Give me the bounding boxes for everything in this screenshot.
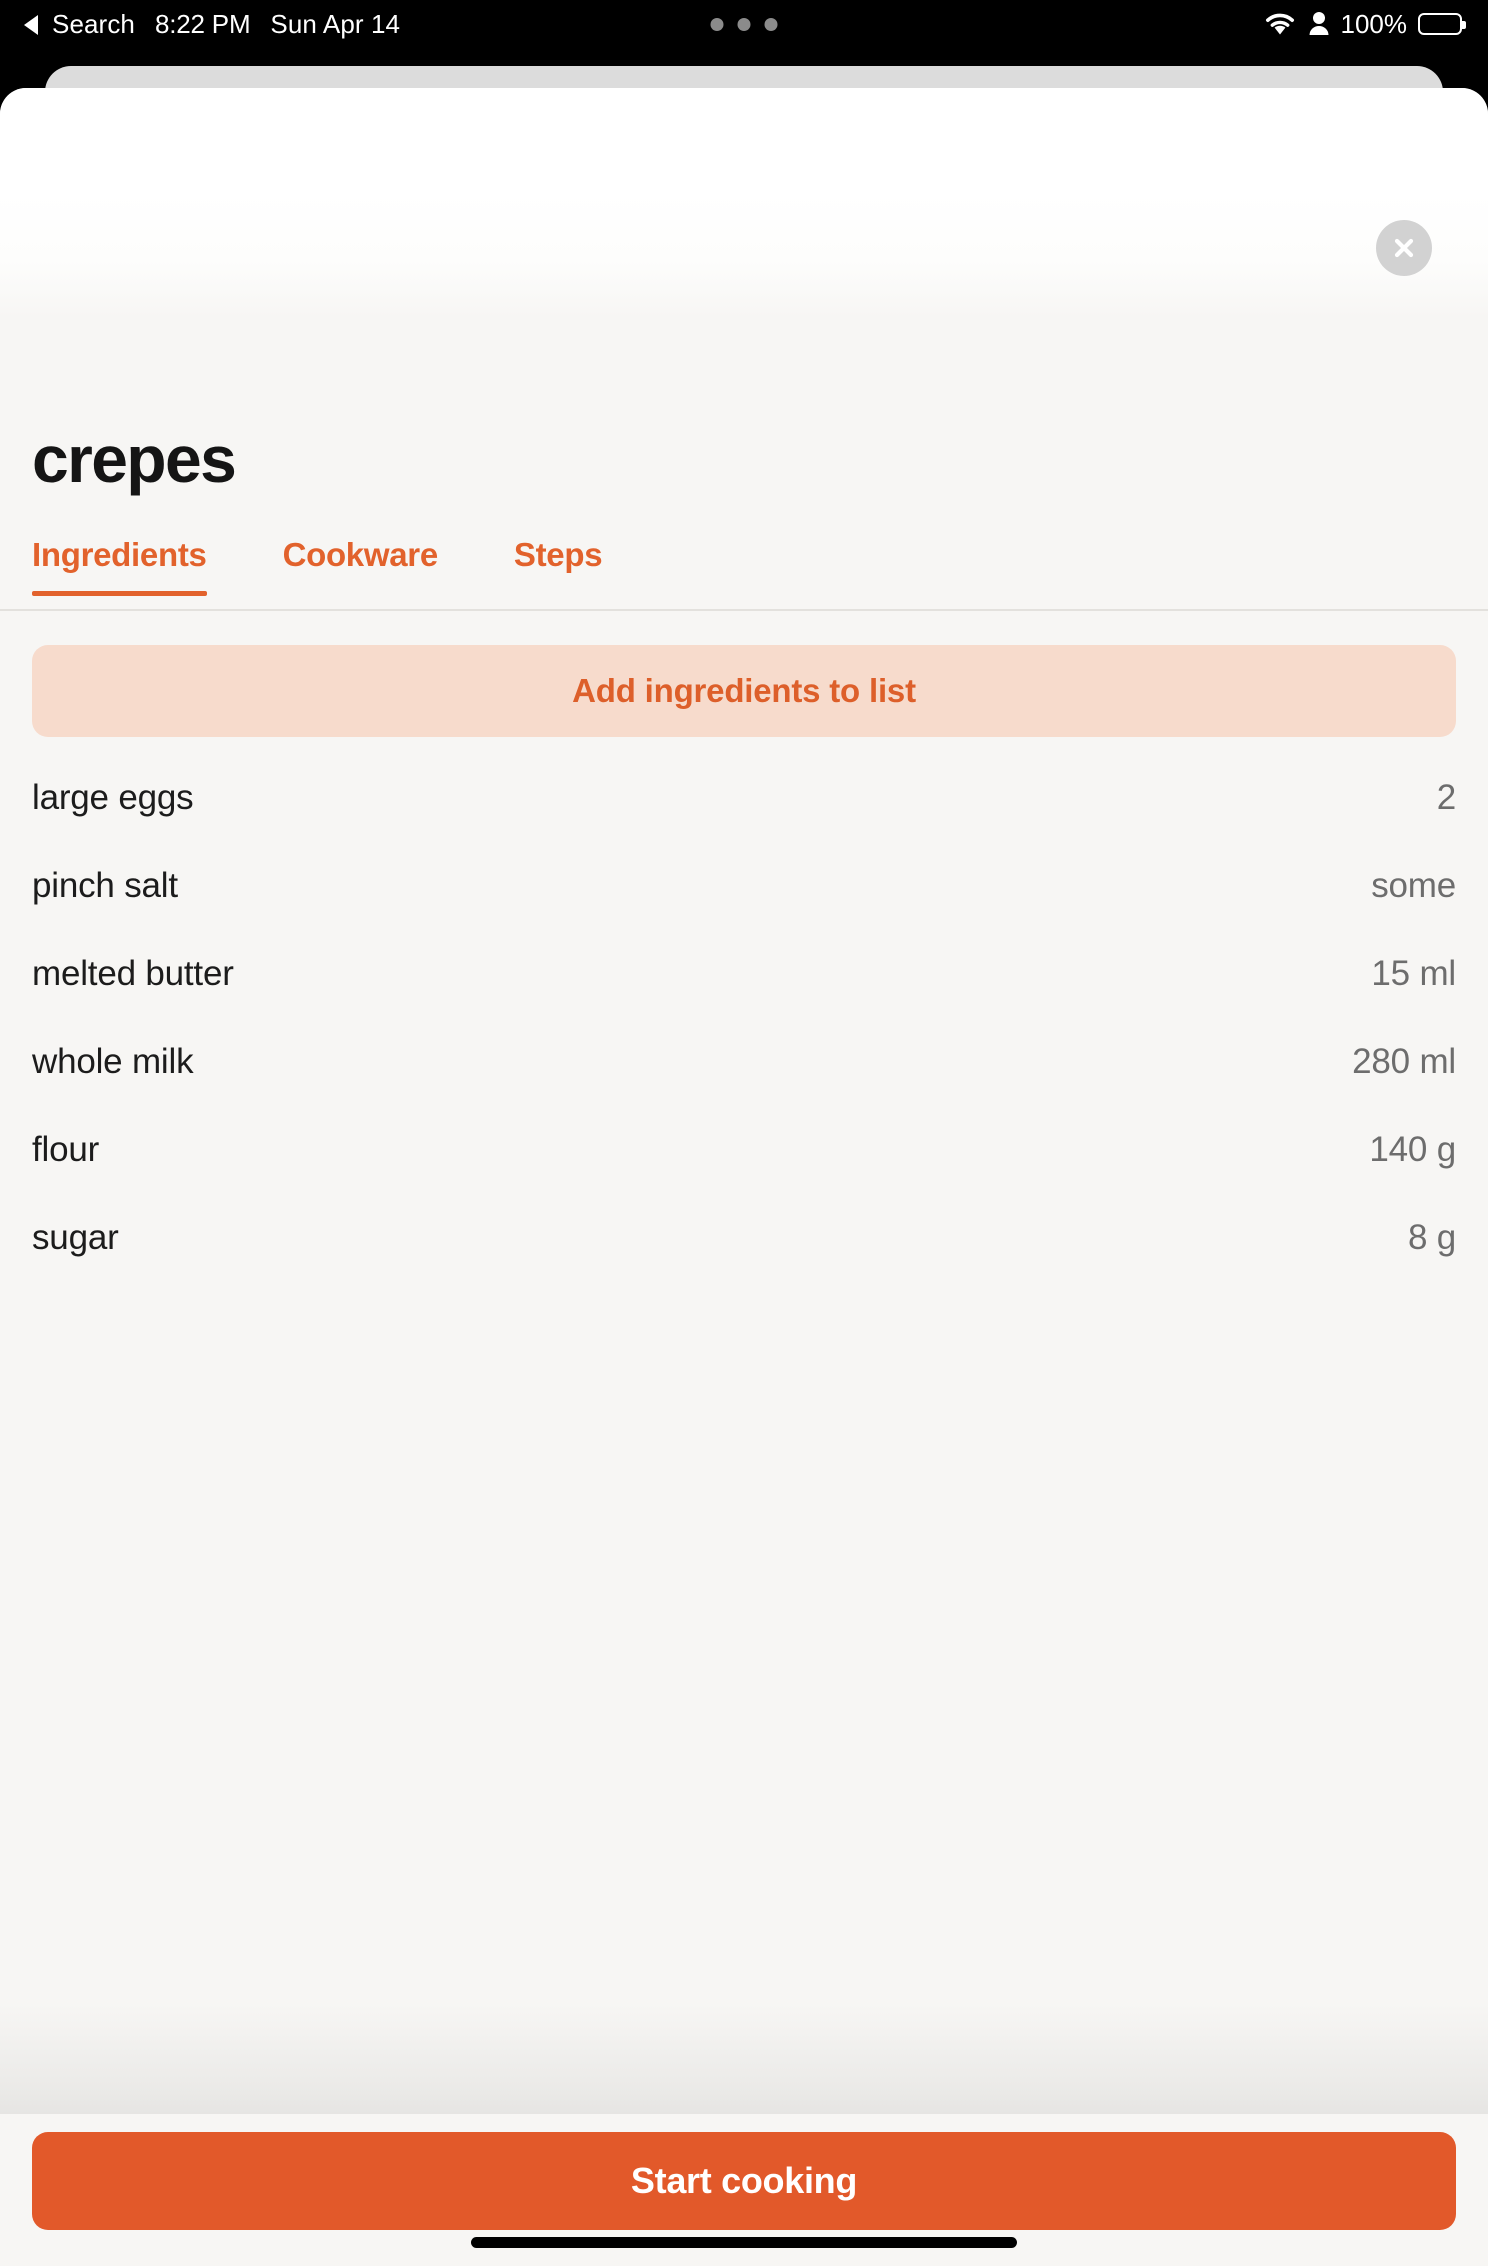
list-item[interactable]: pinch salt some	[0, 866, 1488, 954]
list-item[interactable]: flour 140 g	[0, 1130, 1488, 1218]
status-bar: Search 8:22 PM Sun Apr 14 100%	[0, 0, 1488, 48]
add-ingredients-button[interactable]: Add ingredients to list	[32, 645, 1456, 737]
ingredient-quantity: some	[1371, 866, 1456, 905]
multitask-indicator[interactable]	[710, 17, 778, 31]
status-time: 8:22 PM	[154, 8, 251, 39]
list-item[interactable]: whole milk 280 ml	[0, 1042, 1488, 1130]
start-cooking-button[interactable]: Start cooking	[32, 2132, 1456, 2230]
person-icon	[1309, 12, 1328, 35]
tab-cookware[interactable]: Cookware	[245, 536, 476, 596]
ingredient-name: flour	[32, 1130, 100, 1169]
battery-percent-label: 100%	[1340, 8, 1408, 39]
ingredient-quantity: 15 ml	[1371, 954, 1456, 993]
ingredient-name: pinch salt	[32, 866, 178, 905]
tab-bar: Ingredients Cookware Steps	[32, 536, 640, 596]
tab-ingredients[interactable]: Ingredients	[32, 536, 245, 596]
home-indicator[interactable]	[471, 2237, 1017, 2248]
page-title: crepes	[32, 422, 237, 496]
ingredient-list: large eggs 2 pinch salt some melted butt…	[0, 778, 1488, 1306]
sheet-top-gradient	[0, 88, 1488, 318]
status-date: Sun Apr 14	[270, 8, 401, 39]
ingredient-quantity: 280 ml	[1352, 1042, 1456, 1081]
device-screen: Search 8:22 PM Sun Apr 14 100% crepes In…	[0, 0, 1488, 2266]
multitask-dot	[764, 17, 778, 31]
ingredient-name: sugar	[32, 1218, 119, 1257]
wifi-icon	[1265, 13, 1294, 35]
multitask-dot	[737, 17, 751, 31]
list-item[interactable]: sugar 8 g	[0, 1218, 1488, 1306]
ingredient-quantity: 2	[1436, 778, 1456, 817]
close-icon	[1394, 238, 1414, 258]
list-item[interactable]: melted butter 15 ml	[0, 954, 1488, 1042]
list-item[interactable]: large eggs 2	[0, 778, 1488, 866]
recipe-sheet: crepes Ingredients Cookware Steps Add in…	[0, 88, 1488, 2266]
status-back-label[interactable]: Search	[52, 9, 135, 40]
tab-divider	[0, 609, 1488, 611]
tab-steps[interactable]: Steps	[476, 536, 640, 596]
footer-bar: Start cooking	[0, 2114, 1488, 2266]
multitask-dot	[710, 17, 724, 31]
ingredient-name: large eggs	[32, 778, 194, 817]
close-button[interactable]	[1376, 220, 1432, 276]
ingredient-name: melted butter	[32, 954, 234, 993]
status-bar-left: Search 8:22 PM Sun Apr 14	[0, 9, 400, 40]
back-triangle-icon[interactable]	[24, 15, 38, 35]
battery-icon	[1418, 13, 1466, 35]
ingredient-quantity: 8 g	[1407, 1218, 1456, 1257]
scroll-fade-overlay	[0, 2004, 1488, 2114]
status-bar-right: 100%	[1263, 8, 1466, 40]
ingredient-quantity: 140 g	[1369, 1130, 1456, 1169]
ingredient-name: whole milk	[32, 1042, 194, 1081]
